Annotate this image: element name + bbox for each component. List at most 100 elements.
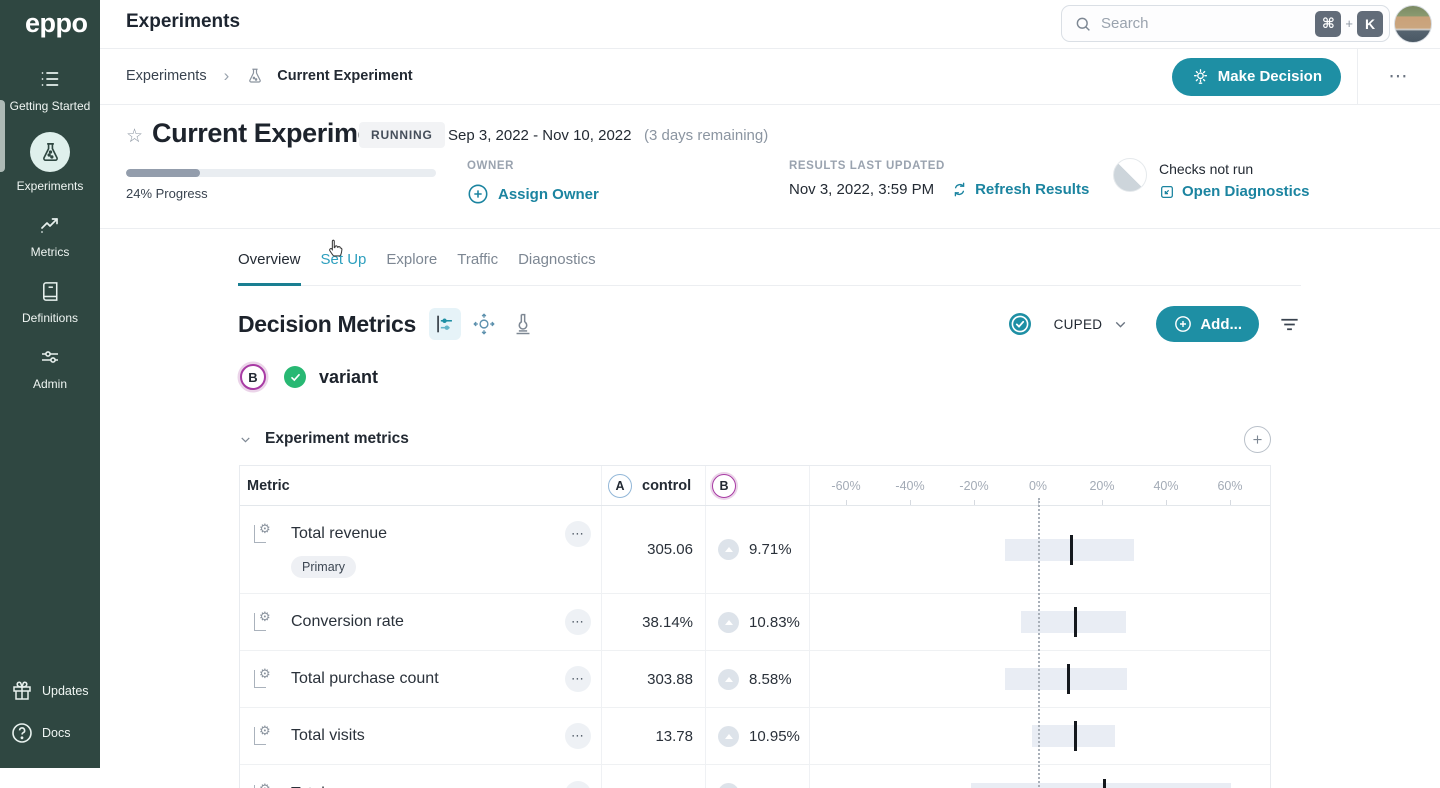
metric-name[interactable]: Conversion rate [291,613,404,631]
sidebar-item-experiments[interactable]: Experiments [0,123,100,203]
status-badge: RUNNING [359,122,445,148]
eppo-logo[interactable]: eppo [0,0,100,39]
sidebar-item-label: Docs [42,726,70,740]
row-menu-button[interactable]: ⋯ [565,609,591,635]
confidence-interval-cell [810,765,1272,788]
list-icon [37,66,63,92]
favorite-star-icon[interactable]: ☆ [126,125,143,148]
collapse-chevron-icon[interactable] [238,432,253,447]
refresh-icon [951,181,968,198]
metric-type-icon: ⚙ [253,726,273,746]
sidebar-item-docs[interactable]: Docs [0,712,100,754]
user-avatar[interactable] [1394,5,1432,43]
owner-label: OWNER [467,160,599,172]
metric-name[interactable]: Total … [291,785,345,788]
sidebar-item-metrics[interactable]: Metrics [0,203,100,269]
confidence-interval-cell [810,506,1272,593]
header-actions: Make Decision ⋯ [1172,49,1440,104]
row-menu-button[interactable]: ⋯ [565,781,591,788]
checks-status: Checks not run [1159,161,1310,177]
zero-baseline [1038,498,1040,788]
confidence-interval-bar [1005,668,1127,690]
metric-name[interactable]: Total purchase count [291,670,439,688]
open-diagnostics-button[interactable]: Open Diagnostics [1159,183,1310,200]
cmd-key-badge: ⌘ [1315,11,1341,37]
treatment-b-badge: B [712,474,736,498]
axis-tick-label: 20% [1089,479,1114,493]
sidebar-footer: Updates Docs [0,670,100,754]
metric-table-row: ⚙ Total visits ⋯ 13.78 10.95% [240,708,1270,765]
axis-tick-label: 40% [1153,479,1178,493]
experiment-header: ☆ Current Experiment RUNNING Sep 3, 2022… [100,105,1440,229]
tab-traffic[interactable]: Traffic [457,237,498,285]
row-menu-button[interactable]: ⋯ [565,723,591,749]
lift-direction-icon [718,669,739,690]
metric-table-row: ⚙ Conversion rate ⋯ 38.14% 10.83% [240,594,1270,651]
metric-type-icon: ⚙ [253,524,273,544]
lift-direction-icon [718,783,739,788]
decision-metrics-title: Decision Metrics [238,311,416,338]
axis-tick-mark [974,500,975,505]
make-decision-button[interactable]: Make Decision [1172,58,1341,96]
lift-direction-icon [718,539,739,560]
breadcrumb: Experiments › Current Experiment [126,66,413,86]
page-title: Experiments [126,11,240,33]
open-diagnostics-icon [1159,184,1175,200]
filter-button[interactable] [1278,313,1301,336]
filter-icon [1278,313,1301,336]
chevron-down-icon [1112,316,1129,333]
shortcut-plus: + [1345,16,1353,31]
add-metric-button[interactable]: Add... [1156,306,1259,342]
metric-name[interactable]: Total revenue [291,525,387,543]
lift-value: 8.58% [749,671,792,688]
axis-tick-label: -40% [895,479,924,493]
cuped-label: CUPED [1054,317,1103,332]
row-menu-button[interactable]: ⋯ [565,521,591,547]
metric-column-header: Metric [240,466,602,505]
tab-explore[interactable]: Explore [386,237,437,285]
sidebar-item-updates[interactable]: Updates [0,670,100,712]
metric-name[interactable]: Total visits [291,727,365,745]
metric-table-row: ⚙ Total purchase count ⋯ 303.88 8.58% [240,651,1270,708]
tab-set-up[interactable]: Set Up [321,237,367,285]
axis-tick-label: 0% [1029,479,1047,493]
refresh-results-button[interactable]: Refresh Results [951,181,1089,198]
decision-metrics-controls: CUPED Add... [1008,306,1301,342]
microscope-view-icon [511,312,535,336]
microscope-view-button[interactable] [507,308,539,340]
cuped-enabled-check-icon[interactable] [1008,312,1032,336]
add-experiment-metric-button[interactable] [1244,426,1271,453]
results-updated-time: Nov 3, 2022, 3:59 PM [789,181,934,198]
variant-b-badge: B [240,364,266,390]
app-window: eppo Getting StartedExperimentsMetricsDe… [0,0,1440,788]
results-block: RESULTS LAST UPDATED Nov 3, 2022, 3:59 P… [789,160,1089,198]
assign-owner-button[interactable]: Assign Owner [467,183,599,205]
breadcrumb-chevron-icon: › [224,66,230,86]
cuped-dropdown[interactable] [1112,316,1129,333]
sidebar-item-label: Getting Started [10,99,91,113]
breadcrumb-parent[interactable]: Experiments [126,68,207,84]
tab-diagnostics[interactable]: Diagnostics [518,237,596,285]
experiment-flask-icon [246,67,264,85]
axis-tick-mark [1102,500,1103,505]
lift-value: 9.71% [749,541,792,558]
row-menu-button[interactable]: ⋯ [565,666,591,692]
lift-value: 10.95% [749,728,800,745]
variant-row: B variant [240,364,378,390]
search-input[interactable] [1101,15,1315,32]
breadcrumb-bar: Experiments › Current Experiment Make De… [100,49,1440,105]
interval-view-button[interactable] [429,308,461,340]
confidence-interval-cell [810,651,1272,707]
axis-tick-mark [1166,500,1167,505]
sidebar-item-getting-started[interactable]: Getting Started [0,57,100,123]
variant-check-icon [284,366,306,388]
add-plus-circle-icon [1173,314,1193,334]
more-options-button[interactable]: ⋯ [1376,65,1422,88]
control-value [602,765,706,788]
sidebar-item-admin[interactable]: Admin [0,335,100,401]
search-box[interactable]: ⌘ + K [1061,5,1390,42]
tab-overview[interactable]: Overview [238,237,301,285]
decision-bulb-icon [1191,67,1210,86]
move-view-button[interactable] [468,308,500,340]
sidebar-item-definitions[interactable]: Definitions [0,269,100,335]
